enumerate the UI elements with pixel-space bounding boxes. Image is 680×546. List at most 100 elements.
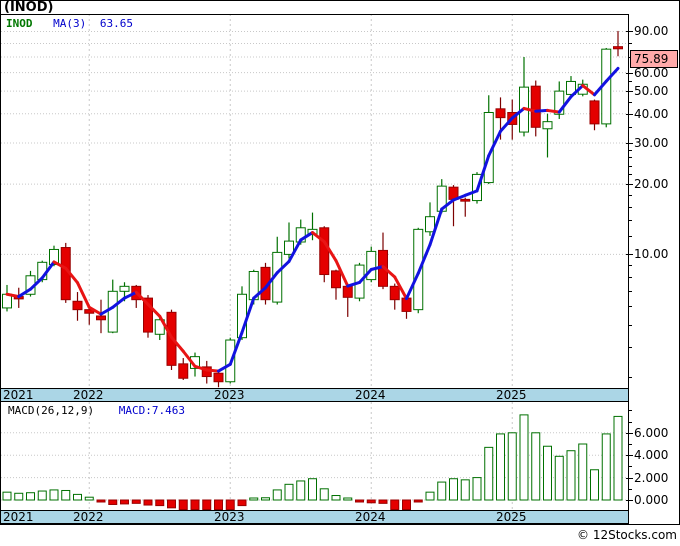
macd-bar xyxy=(472,477,482,501)
macd-bar xyxy=(2,491,12,501)
candle-body xyxy=(495,108,506,119)
axis-minor-tick xyxy=(628,194,632,196)
macd-axis-label: 0.000 xyxy=(634,493,669,507)
macd-bar xyxy=(37,490,47,501)
price-chart-legend: INOD MA(3) 63.65 xyxy=(6,17,133,30)
page-title: (INOD) xyxy=(4,0,54,15)
macd-bar xyxy=(566,450,576,501)
axis-minor-tick xyxy=(628,376,632,378)
ma-line-segment xyxy=(205,368,220,373)
axis-tick xyxy=(626,31,633,33)
axis-minor-tick xyxy=(628,43,632,45)
y-axis-label: 40.00 xyxy=(634,106,669,121)
macd-bar xyxy=(61,489,71,501)
year-label: 2022 xyxy=(72,388,104,402)
macd-bar xyxy=(425,491,435,501)
macd-bar xyxy=(460,479,470,501)
candle-body xyxy=(342,285,353,298)
axis-minor-tick xyxy=(628,410,632,412)
y-axis-label: 10.00 xyxy=(634,247,669,262)
candle-body xyxy=(213,372,224,383)
macd-bar xyxy=(531,432,541,501)
macd-bar xyxy=(96,499,106,503)
axis-minor-tick xyxy=(628,444,632,445)
axis-minor-tick xyxy=(628,324,632,326)
macd-panel xyxy=(1,402,628,510)
axis-tick xyxy=(626,142,633,144)
y-axis-label: 90.00 xyxy=(634,24,669,39)
macd-bar xyxy=(331,495,341,501)
symbol-label: INOD xyxy=(6,17,33,30)
axis-minor-tick xyxy=(628,265,632,267)
year-band-macd: 2021 2022 2023 2024 2025 xyxy=(0,510,629,524)
macd-bar xyxy=(237,499,247,507)
macd-bar xyxy=(272,489,282,501)
y-axis-label: 30.00 xyxy=(634,135,669,150)
axis-minor-tick xyxy=(628,81,632,83)
macd-bar xyxy=(355,499,364,503)
macd-bar xyxy=(601,433,611,501)
macd-bar xyxy=(296,480,306,501)
macd-bar xyxy=(402,499,411,510)
candle-body xyxy=(119,285,130,292)
axis-tick xyxy=(626,113,633,115)
axis-minor-tick xyxy=(628,157,632,159)
macd-bar xyxy=(284,483,294,501)
ma-indicator-label: MA(3) xyxy=(53,17,87,30)
macd-bar xyxy=(84,496,94,501)
macd-header: MACD(26,12,9) MACD:7.463 xyxy=(8,404,185,417)
axis-minor-tick xyxy=(628,165,632,167)
year-label: 2023 xyxy=(213,388,245,402)
macd-bar xyxy=(496,433,505,501)
macd-bar xyxy=(120,499,129,505)
macd-axis-label: 2.000 xyxy=(634,470,669,485)
macd-bar xyxy=(449,478,458,501)
axis-tick xyxy=(626,500,633,501)
year-label: 2021 xyxy=(3,388,34,402)
candle-body xyxy=(319,227,330,276)
axis-minor-tick xyxy=(628,306,632,308)
macd-bar xyxy=(131,499,141,504)
year-label: 2025 xyxy=(495,510,527,524)
macd-bar xyxy=(143,499,153,506)
year-label: 2024 xyxy=(354,388,386,402)
chart-window: (INOD) INOD MA(3) 63.65 2021 2022 2023 2024… xyxy=(0,0,680,546)
macd-bar xyxy=(73,493,82,501)
macd-value-label: MACD:7.463 xyxy=(118,404,185,417)
candle-body xyxy=(96,315,106,321)
ma-line-segment xyxy=(546,108,561,114)
macd-bar xyxy=(343,497,353,501)
candle-body xyxy=(460,198,471,202)
macd-canvas xyxy=(1,402,628,510)
axis-minor-tick xyxy=(628,421,632,423)
year-label: 2022 xyxy=(72,510,104,524)
candle-body xyxy=(389,285,400,301)
axis-minor-tick xyxy=(628,101,632,103)
axis-tick xyxy=(626,455,633,457)
macd-bar xyxy=(378,499,388,504)
macd-bar xyxy=(507,432,517,501)
candle-body xyxy=(589,100,600,125)
axis-minor-tick xyxy=(628,149,632,151)
axis-tick xyxy=(626,254,633,256)
macd-bar xyxy=(519,414,529,501)
macd-axis-label: 4.000 xyxy=(634,448,669,463)
macd-bar xyxy=(554,455,564,501)
axis-tick xyxy=(626,432,633,434)
axis-tick xyxy=(626,72,633,74)
macd-bar xyxy=(155,499,165,507)
year-band-main: 2021 2022 2023 2024 2025 xyxy=(0,388,629,402)
macd-bar xyxy=(613,415,623,501)
candle-body xyxy=(107,290,118,333)
macd-bar xyxy=(319,488,329,501)
price-chart-canvas xyxy=(1,14,628,388)
axis-minor-tick xyxy=(628,206,632,208)
candle-body xyxy=(178,363,189,379)
macd-bar xyxy=(178,499,188,510)
copyright-label: © 12Stocks.com xyxy=(577,528,677,542)
candle-body xyxy=(425,216,435,233)
candle-body xyxy=(530,85,541,128)
macd-bar xyxy=(413,499,423,503)
ma-line-segment xyxy=(534,108,549,113)
macd-bar xyxy=(390,499,400,510)
